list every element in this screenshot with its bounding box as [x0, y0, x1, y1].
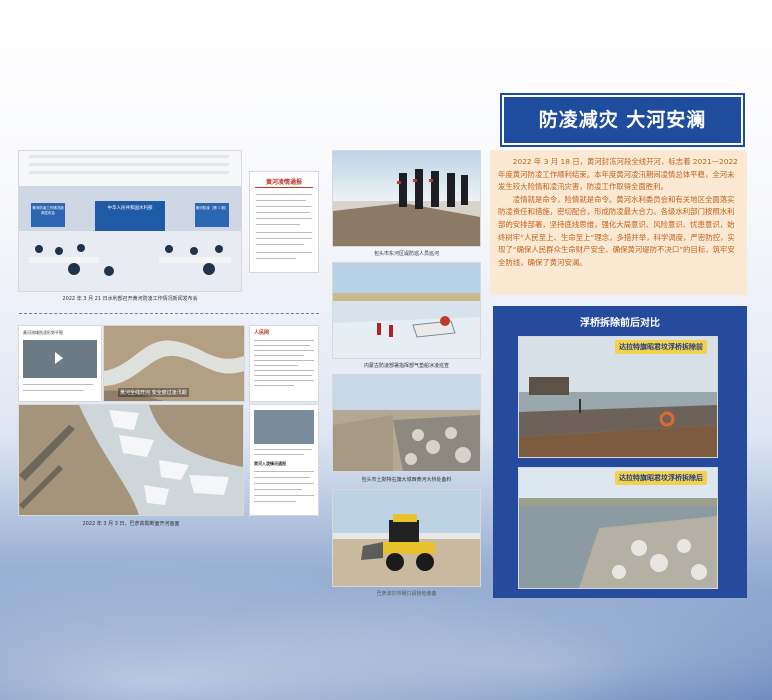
- comparison-title: 浮桥拆除前后对比: [580, 318, 660, 329]
- before-photo: [519, 337, 717, 457]
- web-report-screenshot: 黄河入凌情况通报: [250, 405, 318, 515]
- airboat-photo: [333, 263, 480, 358]
- people-daily-screenshot: 人民网: [250, 326, 318, 401]
- loader-photo: [333, 490, 480, 586]
- loader-caption: 巴彦淖尔市磴口县抢险装备: [376, 591, 437, 597]
- airboat-caption: 内蒙古防凌部署指挥部气垫船冰凌巡查: [363, 363, 449, 369]
- web-title-2: 黄河入凌情况通报: [254, 461, 286, 466]
- before-label: 达拉特旗昭君坟浮桥拆除前: [615, 340, 707, 354]
- right-screen-text: 黄河防凌（第 1 期）: [195, 206, 229, 210]
- web-news-screenshot: 黄河流域防凌形势平稳: [19, 326, 101, 401]
- river-bend-aerial: 黄河全线开河 安全度过凌汛期: [104, 326, 244, 401]
- play-icon: [55, 352, 63, 364]
- ice-breakup-aerial: [19, 405, 243, 515]
- stage-banner-text: 中华人民共和国水利部: [107, 206, 153, 211]
- after-photo: [519, 468, 717, 588]
- video-overlay-text: 黄河全线开河 安全度过凌汛期: [118, 388, 189, 397]
- section-divider: [19, 313, 319, 314]
- left-screen-text: 黄河防凌工作情况新闻发布会: [32, 206, 64, 215]
- title-banner: 防凌减灾 大河安澜: [502, 95, 743, 145]
- web-title-1: 黄河流域防凌形势平稳: [23, 330, 63, 335]
- page-title: 防凌减灾 大河安澜: [538, 109, 707, 131]
- patrol-photo: [333, 151, 480, 246]
- dike-materials-photo: [333, 375, 480, 471]
- aerial-caption: 2022 年 3 月 3 日，巴彦高勒断面开河画面: [82, 521, 180, 527]
- press-caption: 2022 年 3 月 21 日水利部召开黄河防凌工作情况新闻发布会: [62, 296, 198, 302]
- after-label: 达拉特旗昭君坟浮桥拆除后: [615, 471, 707, 485]
- intro-textbox: 2022 年 3 月 18 日，黄河封冻河段全线开河，标志着 2021—2022…: [490, 150, 747, 295]
- intro-paragraph-1: 2022 年 3 月 18 日，黄河封冻河段全线开河，标志着 2021—2022…: [498, 157, 738, 192]
- bulletin-title: 黄河凌情通报: [265, 179, 302, 186]
- web-brand: 人民网: [254, 330, 270, 336]
- bridge-comparison-panel: 浮桥拆除前后对比 达拉特旗昭君坟浮桥拆除前 达拉特旗昭君坟浮桥拆除后: [493, 306, 747, 598]
- bulletin-document: 黄河凌情通报: [250, 172, 318, 272]
- dike-caption: 包头市土默特右旗大城西黄河大桥处备料: [361, 477, 452, 483]
- press-conference-photo: 中华人民共和国水利部 黄河防凌工作情况新闻发布会 黄河防凌（第 1 期）: [19, 151, 241, 291]
- patrol-caption: 包头市东河区堤防巡人员巡河: [373, 251, 439, 257]
- intro-paragraph-2: 凌情就是命令，险情就是命令。黄河水利委员会和有关地区全面落实防凌责任和措施，密切…: [498, 194, 735, 267]
